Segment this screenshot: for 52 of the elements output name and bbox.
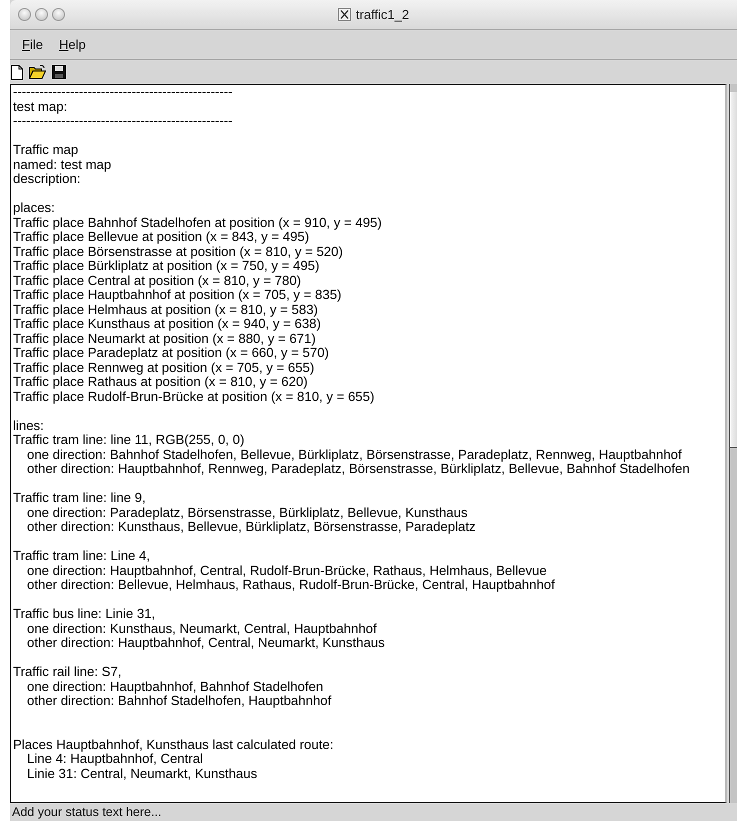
log-line: Traffic bus line: Linie 31, — [13, 607, 156, 622]
close-button[interactable] — [18, 8, 31, 21]
log-line: Linie 31: Central, Neumarkt, Kunsthaus — [27, 766, 258, 781]
log-line: Traffic place Rudolf-Brun-Brücke at position (x = 810, y = 655) — [13, 390, 374, 404]
log-line: other direction: Hauptbahnhof, Rennweg, Paradeplatz, Börsenstrasse, Bürkliplatz, Bellevue, Bahnhof Stadelhofen — [27, 462, 690, 476]
log-line: one direction: Paradeplatz, Börsenstrasse, Bürkliplatz, Bellevue, Kunsthaus — [27, 506, 468, 520]
log-line: Traffic place Central at position (x = 810, y = 780) — [13, 274, 302, 288]
new-file-icon[interactable] — [11, 64, 23, 80]
log-line: one direction: Bahnhof Stadelhofen, Bellevue, Bürkliplatz, Börsenstrasse, Paradeplatz, Rennweg, Hauptbahnhof — [27, 448, 682, 462]
log-line: Traffic place Rennweg at position (x = 705, y = 655) — [13, 360, 314, 375]
log-line: Traffic place Rathaus at position (x = 810, y = 620) — [13, 375, 308, 390]
x-window-icon — [338, 8, 351, 21]
log-line: other direction: Kunsthaus, Bellevue, Bürkliplatz, Börsenstrasse, Paradeplatz — [27, 520, 476, 534]
log-line: Traffic place Bahnhof Stadelhofen at position (x = 910, y = 495) — [13, 216, 382, 230]
menu-item[interactable]: Help — [52, 35, 92, 54]
log-line: Traffic place Paradeplatz at position (x = 660, y = 570) — [13, 346, 329, 360]
log-line: Traffic tram line: Line 4, — [13, 549, 150, 564]
log-line: named: test map — [13, 158, 112, 172]
log-line: other direction: Bellevue, Helmhaus, Rathaus, Rudolf-Brun-Brücke, Central, Hauptbahnhof — [27, 578, 555, 592]
menu-item[interactable]: File — [16, 35, 49, 54]
log-line: Traffic place Kunsthaus at position (x = 940, y = 638) — [13, 317, 321, 332]
log-line: Traffic place Börsenstrasse at position (x = 810, y = 520) — [13, 244, 343, 259]
log-line: lines: — [13, 418, 44, 433]
text-area[interactable] — [10, 84, 727, 803]
zoom-button[interactable] — [52, 8, 65, 21]
log-line: Traffic tram line: line 11, RGB(255, 0, 0) — [13, 433, 244, 448]
log-line: one direction: Kunsthaus, Neumarkt, Central, Hauptbahnhof — [27, 622, 377, 636]
save-icon[interactable] — [52, 65, 66, 79]
scrollbar[interactable] — [729, 84, 737, 803]
log-line: places: — [13, 201, 55, 216]
log-line: Traffic rail line: S7, — [13, 665, 122, 680]
log-line: Places Hauptbahnhof, Kunsthaus last calculated route: — [13, 738, 334, 752]
log-line: Traffic place Helmhaus at position (x = 810, y = 583) — [13, 302, 318, 317]
log-line: Traffic place Bürkliplatz at position (x = 750, y = 495) — [13, 259, 320, 274]
log-line: one direction: Hauptbahnhof, Central, Rudolf-Brun-Brücke, Rathaus, Helmhaus, Bellevue — [27, 564, 547, 578]
open-folder-icon[interactable] — [29, 65, 46, 79]
log-line: test map: — [13, 100, 68, 114]
log-line: Traffic place Hauptbahnhof at position (x = 705, y = 835) — [13, 288, 342, 302]
log-line: Traffic tram line: line 9, — [13, 491, 146, 506]
scrollbar-thumb[interactable] — [730, 92, 737, 448]
log-line: other direction: Bahnhof Stadelhofen, Hauptbahnhof — [27, 694, 332, 708]
log-line: Traffic place Neumarkt at position (x = 880, y = 671) — [13, 332, 316, 346]
log-line: -------------------------------------------------- — [13, 114, 233, 128]
log-line: Traffic place Bellevue at position (x = 843, y = 495) — [13, 230, 310, 244]
log-line: Traffic map — [13, 143, 78, 158]
log-line: -------------------------------------------------- — [13, 85, 233, 100]
status-text: Add your status text here... — [12, 805, 162, 819]
log-line: description: — [13, 172, 80, 186]
log-line: one direction: Hauptbahnhof, Bahnhof Stadelhofen — [27, 680, 324, 694]
window-title: traffic1_2 — [356, 7, 410, 22]
log-line: Line 4: Hauptbahnhof, Central — [27, 752, 203, 766]
log-line: other direction: Hauptbahnhof, Central, Neumarkt, Kunsthaus — [27, 636, 385, 650]
